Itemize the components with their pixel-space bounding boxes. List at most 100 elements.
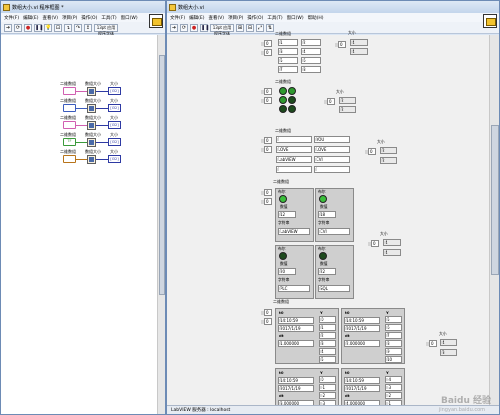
waveform-y-value[interactable]: 5 bbox=[385, 316, 402, 323]
array-constant[interactable] bbox=[63, 121, 76, 129]
cluster-num-value[interactable]: 12 bbox=[278, 211, 296, 218]
waveform-array-row-index[interactable]: 0 bbox=[261, 309, 272, 316]
front-panel-titlebar[interactable]: 数组大小.vi bbox=[167, 1, 499, 13]
string-cell[interactable]: CVI bbox=[314, 156, 350, 163]
waveform-array-col-index[interactable]: 0 bbox=[261, 318, 272, 325]
size-indicator[interactable]: [I32] bbox=[108, 104, 121, 112]
boolean-size-index[interactable]: 0 bbox=[324, 98, 335, 105]
waveform-y-value[interactable]: 0 bbox=[319, 316, 336, 323]
step-into-icon[interactable]: ↴ bbox=[64, 23, 72, 32]
boolean-led[interactable] bbox=[288, 96, 296, 104]
text-settings-dropdown[interactable]: 13pt 应用程序字体 bbox=[94, 23, 118, 36]
retain-wire-values-icon[interactable]: ⊡ bbox=[54, 23, 62, 32]
size-indicator[interactable]: [I32] bbox=[108, 155, 121, 163]
string-cell[interactable]: LOVE bbox=[276, 146, 312, 153]
menu-tools[interactable]: 工具(T) bbox=[267, 15, 282, 21]
numeric-cell[interactable]: 3 bbox=[278, 48, 298, 55]
menu-view[interactable]: 查看(V) bbox=[208, 15, 224, 21]
cluster-size-index[interactable]: 0 bbox=[368, 240, 379, 247]
waveform-y-value[interactable]: 7 bbox=[385, 332, 402, 339]
menu-file[interactable]: 文件(F) bbox=[4, 15, 19, 21]
string-cell[interactable]: LOVE bbox=[314, 146, 350, 153]
menu-project[interactable]: 项目(P) bbox=[62, 15, 77, 21]
waveform-y-value[interactable]: -2 bbox=[385, 392, 402, 399]
step-out-icon[interactable]: ↥ bbox=[84, 23, 92, 32]
numeric-cell[interactable]: 1 bbox=[278, 39, 298, 46]
boolean-led[interactable] bbox=[279, 87, 287, 95]
cluster-str-value[interactable]: CVI bbox=[318, 228, 350, 235]
block-diagram-canvas[interactable]: 二维数组 数组大小 大小 [I32] 二维数组 数组大小 大小 [I32] 二维数组 数组大小 大小… bbox=[1, 35, 157, 414]
pause-icon[interactable]: ❚❚ bbox=[34, 23, 43, 32]
waveform-y-value[interactable]: 3 bbox=[319, 340, 336, 347]
waveform-date[interactable]: 2017/1/19 bbox=[344, 385, 380, 392]
waveform-time[interactable]: 14:10:59 bbox=[278, 377, 314, 384]
cluster-num-value[interactable]: 22 bbox=[318, 268, 336, 275]
size-indicator[interactable]: [I32] bbox=[108, 138, 121, 146]
array-constant[interactable] bbox=[63, 104, 76, 112]
waveform-time[interactable]: 14:10:59 bbox=[344, 377, 380, 384]
string-size-index[interactable]: 0 bbox=[365, 148, 376, 155]
menu-operate[interactable]: 操作(O) bbox=[247, 15, 263, 21]
cluster-bool-led[interactable] bbox=[319, 252, 327, 260]
menu-edit[interactable]: 编辑(E) bbox=[23, 15, 38, 21]
scrollbar-thumb[interactable] bbox=[491, 125, 499, 275]
waveform-date[interactable]: 2017/1/19 bbox=[344, 325, 380, 332]
boolean-led[interactable] bbox=[288, 87, 296, 95]
boolean-led[interactable] bbox=[288, 105, 296, 113]
waveform-y-value[interactable]: 5 bbox=[319, 356, 336, 363]
waveform-y-value[interactable]: -4 bbox=[385, 376, 402, 383]
cluster-bool-led[interactable] bbox=[279, 195, 287, 203]
waveform-y-value[interactable]: 9 bbox=[385, 348, 402, 355]
waveform-y-value[interactable]: 10 bbox=[385, 356, 402, 363]
waveform-y-value[interactable]: -1 bbox=[319, 384, 336, 391]
string-cell[interactable]: ! bbox=[276, 166, 312, 173]
boolean-led[interactable] bbox=[279, 105, 287, 113]
waveform-size-index[interactable]: 0 bbox=[426, 340, 437, 347]
cluster-num-value[interactable]: 18 bbox=[318, 211, 336, 218]
waveform-date[interactable]: 2017/1/19 bbox=[278, 325, 314, 332]
abort-icon[interactable]: ● bbox=[190, 23, 198, 32]
menu-help[interactable]: 帮助(H) bbox=[308, 15, 324, 21]
cluster-str-value[interactable]: LabVIEW bbox=[278, 228, 310, 235]
reorder-icon[interactable]: ⇅ bbox=[266, 23, 274, 32]
waveform-dt-value[interactable]: 2.000000 bbox=[344, 340, 380, 347]
menu-tools[interactable]: 工具(T) bbox=[101, 15, 116, 21]
front-panel-canvas[interactable]: 二维数组 0 0 1 2 3 4 5 6 7 8 大小 0 4 4 二维数组 0… bbox=[167, 30, 489, 414]
waveform-time[interactable]: 14:10:59 bbox=[344, 317, 380, 324]
menu-view[interactable]: 查看(V) bbox=[42, 15, 58, 21]
size-indicator[interactable]: [I32] bbox=[108, 87, 121, 95]
run-arrow-icon[interactable]: ➜ bbox=[4, 23, 12, 32]
numeric-cell[interactable]: 7 bbox=[278, 66, 298, 73]
waveform-dt-value[interactable]: 1.000000 bbox=[278, 340, 314, 347]
numeric-cell[interactable]: 8 bbox=[301, 66, 321, 73]
string-cell[interactable]: YOU bbox=[314, 136, 350, 143]
numeric-array-col-index[interactable]: 0 bbox=[261, 49, 272, 56]
size-indicator[interactable]: [I32] bbox=[108, 121, 121, 129]
array-constant[interactable]: TF bbox=[63, 138, 76, 146]
run-continuously-icon[interactable]: ⟳ bbox=[180, 23, 188, 32]
cluster-array-row-index[interactable]: 0 bbox=[261, 189, 272, 196]
waveform-y-value[interactable]: 6 bbox=[385, 324, 402, 331]
cluster-bool-led[interactable] bbox=[279, 252, 287, 260]
array-constant[interactable] bbox=[63, 155, 76, 163]
block-diagram-scrollbar[interactable] bbox=[157, 35, 165, 414]
waveform-date[interactable]: 2017/1/19 bbox=[278, 385, 314, 392]
menu-file[interactable]: 文件(F) bbox=[170, 15, 185, 21]
numeric-cell[interactable]: 2 bbox=[301, 39, 321, 46]
numeric-cell[interactable]: 6 bbox=[301, 57, 321, 64]
numeric-cell[interactable]: 4 bbox=[301, 48, 321, 55]
waveform-y-value[interactable]: 4 bbox=[319, 348, 336, 355]
array-size-function-icon[interactable] bbox=[87, 138, 96, 147]
cluster-str-value[interactable]: SQL bbox=[318, 285, 350, 292]
string-cell[interactable]: LabVIEW bbox=[276, 156, 312, 163]
resize-objects-icon[interactable]: ⤢ bbox=[256, 23, 264, 32]
waveform-y-value[interactable]: -3 bbox=[385, 384, 402, 391]
run-arrow-icon[interactable]: ➜ bbox=[170, 23, 178, 32]
waveform-y-value[interactable]: 1 bbox=[319, 324, 336, 331]
abort-icon[interactable]: ● bbox=[24, 23, 32, 32]
highlight-execution-icon[interactable]: 💡 bbox=[44, 23, 52, 32]
menu-operate[interactable]: 操作(O) bbox=[81, 15, 97, 21]
array-constant[interactable] bbox=[63, 87, 76, 95]
boolean-array-row-index[interactable]: 0 bbox=[261, 88, 272, 95]
step-over-icon[interactable]: ↷ bbox=[74, 23, 82, 32]
